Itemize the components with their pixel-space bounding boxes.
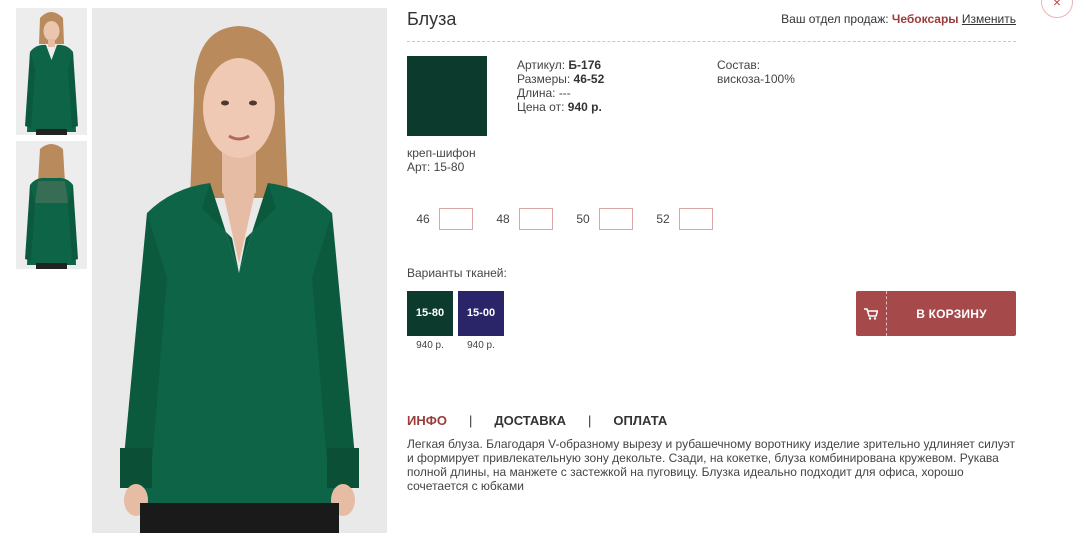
variant-price: 940 р.: [467, 340, 495, 351]
composition-label: Состав:: [717, 58, 761, 72]
size-label: 46: [416, 212, 430, 226]
price-label: Цена от:: [517, 100, 565, 114]
fabric-info: креп-шифон Арт: 15-80: [407, 146, 476, 174]
size-label: 50: [576, 212, 590, 226]
variant-price: 940 р.: [416, 340, 444, 351]
composition: Состав: вискоза-100%: [717, 58, 795, 86]
product-main-image[interactable]: [92, 8, 387, 533]
size-46: 46: [407, 208, 473, 230]
fabric-variants-label: Варианты тканей:: [407, 266, 507, 280]
cart-icon: [856, 291, 887, 336]
sales-department: Ваш отдел продаж: Чебоксары Изменить: [781, 12, 1016, 26]
product-description: Легкая блуза. Благодаря V-образному выре…: [407, 437, 1016, 493]
size-52-quantity-input[interactable]: [679, 208, 713, 230]
blouse-back-image: [16, 141, 87, 269]
header-divider: [407, 41, 1016, 42]
sizes-label: Размеры:: [517, 72, 571, 86]
size-label: 52: [656, 212, 670, 226]
tab-delivery[interactable]: ДОСТАВКА: [494, 413, 566, 428]
size-46-quantity-input[interactable]: [439, 208, 473, 230]
variant-swatch[interactable]: 15-00: [458, 291, 504, 336]
fabric-variant-15-00[interactable]: 15-00 940 р.: [458, 291, 504, 351]
length-value: ---: [558, 86, 571, 100]
size-quantity-row: 46 48 50 52: [407, 208, 727, 230]
tab-info[interactable]: ИНФО: [407, 413, 447, 428]
size-48-quantity-input[interactable]: [519, 208, 553, 230]
fabric-name: креп-шифон: [407, 146, 476, 160]
product-properties: Артикул: Б-176 Размеры: 46-52 Длина: ---…: [517, 58, 604, 114]
fabric-swatch: [407, 56, 487, 136]
price-value: 940 р.: [567, 100, 602, 114]
size-48: 48: [487, 208, 553, 230]
tab-separator: |: [468, 413, 473, 428]
tab-payment[interactable]: ОПЛАТА: [613, 413, 667, 428]
size-50: 50: [567, 208, 633, 230]
add-to-cart-button[interactable]: В КОРЗИНУ: [856, 291, 1016, 336]
article-value: Б-176: [568, 58, 602, 72]
thumbnail-front[interactable]: [16, 8, 87, 135]
length-label: Длина:: [517, 86, 556, 100]
size-52: 52: [647, 208, 713, 230]
composition-value: вискоза-100%: [717, 72, 795, 86]
dept-label: Ваш отдел продаж:: [781, 12, 889, 26]
blouse-model-image: [92, 8, 387, 533]
blouse-front-image: [16, 8, 87, 135]
size-label: 48: [496, 212, 510, 226]
change-dept-link[interactable]: Изменить: [962, 12, 1016, 26]
variant-swatch[interactable]: 15-80: [407, 291, 453, 336]
product-title: Блуза: [407, 9, 457, 29]
tab-separator: |: [588, 413, 592, 428]
article-label: Артикул:: [517, 58, 566, 72]
add-to-cart-label: В КОРЗИНУ: [916, 306, 987, 321]
size-50-quantity-input[interactable]: [599, 208, 633, 230]
sizes-value: 46-52: [573, 72, 605, 86]
fabric-variant-15-80[interactable]: 15-80 940 р.: [407, 291, 453, 351]
thumbnail-back[interactable]: [16, 141, 87, 269]
close-icon[interactable]: ×: [1041, 0, 1073, 18]
info-tabs: ИНФО | ДОСТАВКА | ОПЛАТА: [407, 413, 667, 428]
fabric-article: Арт: 15-80: [407, 160, 465, 174]
dept-city: Чебоксары: [891, 12, 959, 26]
